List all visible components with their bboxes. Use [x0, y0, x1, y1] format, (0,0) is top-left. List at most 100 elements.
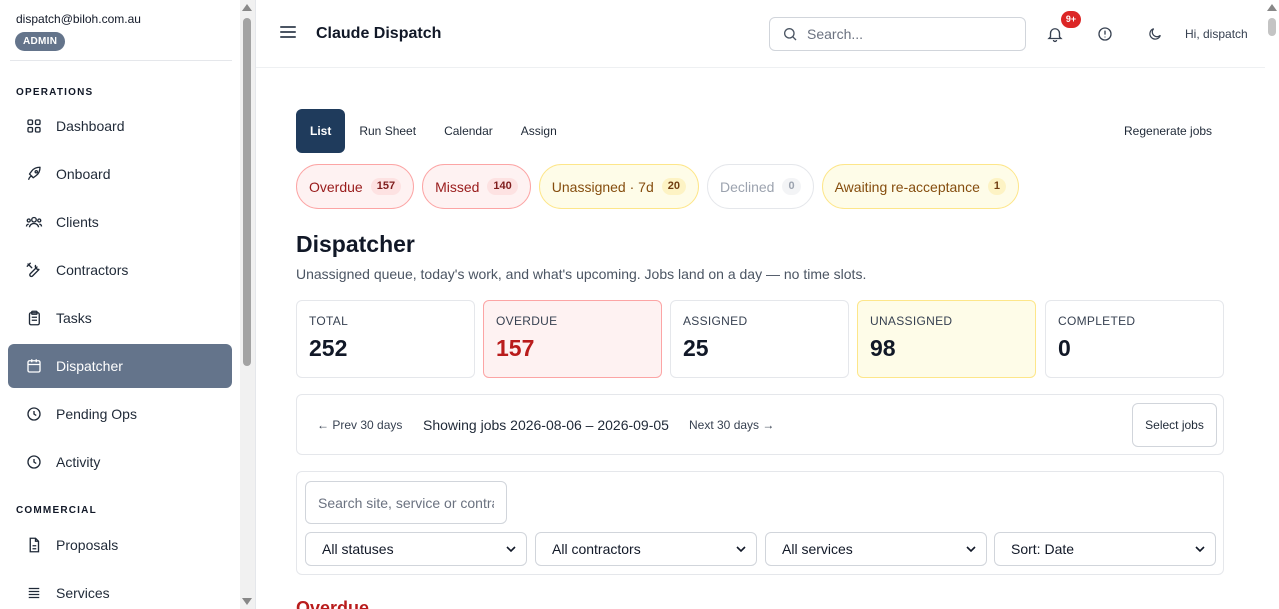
stat-value: 252 [309, 335, 348, 361]
sidebar-item-label: Dispatcher [56, 358, 123, 374]
stat-label: OVERDUE [496, 314, 558, 328]
pill-count: 0 [782, 178, 801, 195]
stat-card-total: TOTAL 252 [296, 300, 475, 378]
pill-count: 20 [661, 178, 686, 195]
status-select[interactable]: All statuses [305, 532, 527, 566]
tab-run-sheet[interactable]: Run Sheet [345, 109, 430, 153]
role-badge: ADMIN [15, 32, 66, 51]
select-value: All services [782, 541, 853, 557]
stat-card-completed: COMPLETED 0 [1045, 300, 1224, 378]
prev-30-days-button[interactable]: ← Prev 30 days [317, 418, 402, 432]
page-title: Dispatcher [296, 231, 415, 257]
sidebar: dispatch@biloh.com.au ADMIN OPERATIONS D… [0, 0, 256, 609]
pill-missed[interactable]: Missed 140 [422, 164, 531, 209]
sidebar-item-proposals[interactable]: Proposals [8, 523, 232, 567]
scroll-up-icon[interactable] [242, 4, 252, 11]
sidebar-item-pending-ops[interactable]: Pending Ops [8, 392, 232, 436]
document-icon [24, 535, 44, 555]
pill-awaiting-reacceptance[interactable]: Awaiting re-acceptance 1 [821, 164, 1019, 209]
pill-unassigned-7d[interactable]: Unassigned · 7d 20 [538, 164, 699, 209]
bell-icon[interactable] [1045, 24, 1065, 44]
filters-panel: All statuses All contractors All service… [296, 471, 1224, 575]
clipboard-icon [24, 308, 44, 328]
sidebar-divider [10, 60, 232, 61]
section-label-commercial: COMMERCIAL [16, 505, 97, 516]
pill-label: Awaiting re-acceptance [834, 178, 980, 195]
pill-label: Unassigned · 7d [551, 178, 654, 195]
scroll-thumb[interactable] [243, 18, 251, 366]
select-jobs-button[interactable]: Select jobs [1132, 403, 1217, 447]
sidebar-item-label: Pending Ops [56, 406, 137, 422]
clock-icon [24, 452, 44, 472]
stat-value: 98 [870, 335, 896, 361]
stat-label: COMPLETED [1058, 314, 1136, 328]
sort-select[interactable]: Sort: Date [994, 532, 1216, 566]
sidebar-item-label: Services [56, 585, 110, 601]
sidebar-item-services[interactable]: Services [8, 571, 232, 609]
section-label-operations: OPERATIONS [16, 87, 94, 98]
info-icon[interactable] [1095, 24, 1115, 44]
tab-list[interactable]: List [296, 109, 346, 153]
sidebar-item-label: Onboard [56, 166, 111, 182]
service-select[interactable]: All services [765, 532, 987, 566]
overdue-section-heading: Overdue [296, 598, 370, 609]
select-value: All statuses [322, 541, 394, 557]
date-range-label: Showing jobs 2026-08-06 – 2026-09-05 [423, 417, 669, 433]
filter-pills: Overdue 157 Missed 140 Unassigned · 7d 2… [296, 164, 1019, 209]
rocket-icon [24, 164, 44, 184]
chevron-down-icon [1195, 546, 1205, 553]
scroll-up-icon[interactable] [1267, 4, 1277, 11]
scroll-thumb[interactable] [1268, 18, 1276, 36]
stat-label: UNASSIGNED [870, 314, 953, 328]
scroll-down-icon[interactable] [242, 598, 252, 605]
users-icon [24, 212, 44, 232]
search-icon [784, 28, 797, 41]
calendar-icon [24, 356, 44, 376]
main-scrollbar[interactable] [1265, 0, 1279, 609]
global-search[interactable] [769, 17, 1026, 51]
pill-label: Overdue [309, 178, 363, 195]
stat-value: 0 [1058, 335, 1071, 361]
clock-icon [24, 404, 44, 424]
menu-icon[interactable] [280, 26, 296, 40]
tab-calendar[interactable]: Calendar [430, 109, 507, 153]
stat-value: 157 [496, 335, 535, 361]
sidebar-item-label: Clients [56, 214, 99, 230]
chevron-down-icon [506, 546, 516, 553]
pill-overdue[interactable]: Overdue 157 [296, 164, 415, 209]
pill-label: Missed [435, 178, 480, 195]
moon-icon[interactable] [1145, 24, 1165, 44]
grid-icon [24, 116, 44, 136]
contractor-select[interactable]: All contractors [535, 532, 757, 566]
sidebar-item-contractors[interactable]: Contractors [8, 248, 232, 292]
app-title: Claude Dispatch [316, 25, 442, 42]
stat-card-assigned: ASSIGNED 25 [670, 300, 849, 378]
pill-count: 1 [987, 178, 1006, 195]
sidebar-item-onboard[interactable]: Onboard [8, 152, 232, 196]
sidebar-item-label: Contractors [56, 262, 129, 278]
sidebar-scrollbar[interactable] [240, 0, 255, 609]
stat-label: ASSIGNED [683, 314, 748, 328]
sidebar-item-clients[interactable]: Clients [8, 200, 232, 244]
app-root: dispatch@biloh.com.au ADMIN OPERATIONS D… [0, 0, 1279, 609]
select-value: All contractors [552, 541, 641, 557]
stat-value: 25 [683, 335, 709, 361]
wrench-icon [24, 260, 44, 280]
sidebar-item-activity[interactable]: Activity [8, 440, 232, 484]
top-header: Claude Dispatch 9+ Hi, dispatch [256, 0, 1279, 68]
pill-declined[interactable]: Declined 0 [706, 164, 814, 209]
job-search-input[interactable] [305, 481, 507, 524]
next-30-days-button[interactable]: Next 30 days → [689, 418, 774, 432]
search-input[interactable] [807, 26, 1007, 42]
user-greeting[interactable]: Hi, dispatch [1185, 27, 1248, 41]
stat-card-unassigned: UNASSIGNED 98 [857, 300, 1036, 378]
list-icon [24, 583, 44, 603]
sidebar-item-dispatcher[interactable]: Dispatcher [8, 344, 232, 388]
sidebar-item-dashboard[interactable]: Dashboard [8, 104, 232, 148]
user-email: dispatch@biloh.com.au [16, 12, 141, 26]
tab-assign[interactable]: Assign [507, 109, 571, 153]
regenerate-jobs-button[interactable]: Regenerate jobs [1124, 124, 1212, 138]
sidebar-item-label: Proposals [56, 537, 119, 553]
sidebar-item-tasks[interactable]: Tasks [8, 296, 232, 340]
page-subtitle: Unassigned queue, today's work, and what… [296, 266, 867, 282]
